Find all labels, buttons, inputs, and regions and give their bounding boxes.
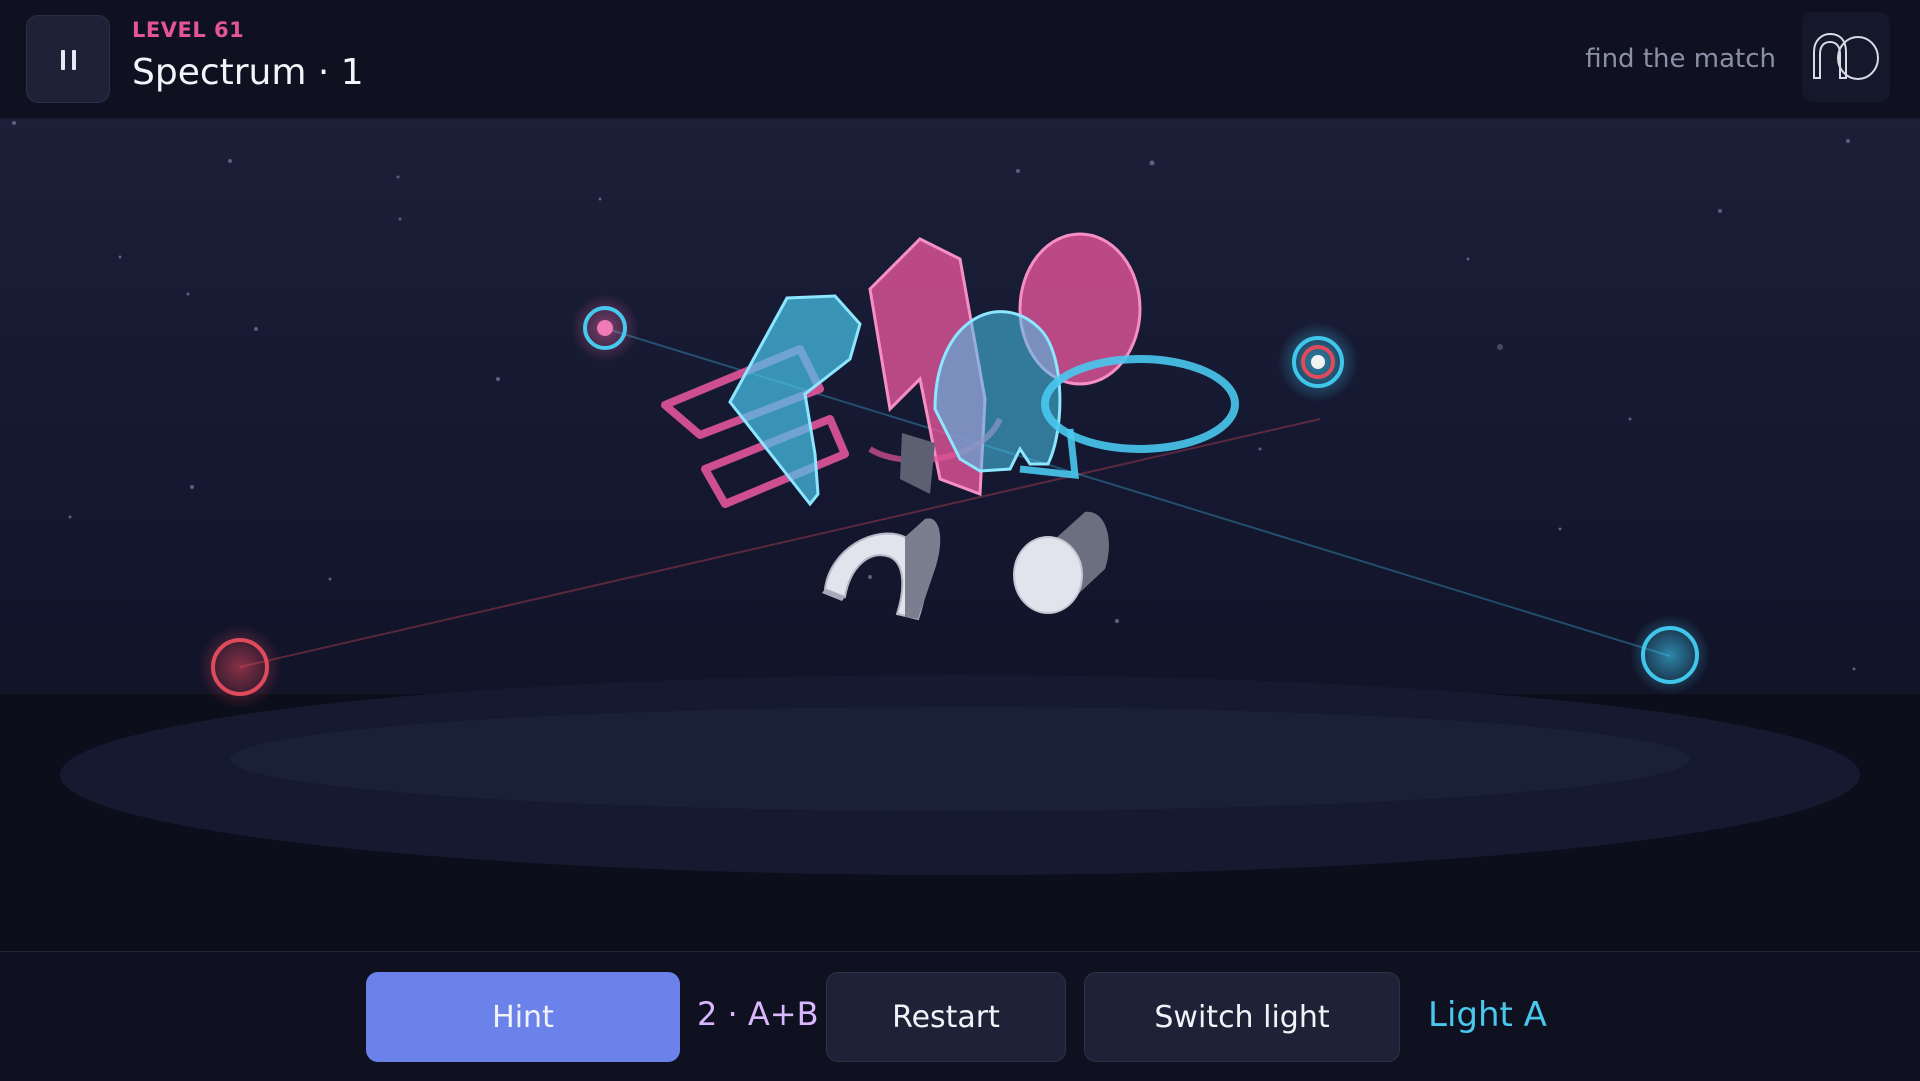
logo-button[interactable]: [1802, 12, 1890, 102]
light-node-pink[interactable]: [571, 294, 639, 362]
floor-platform: [0, 675, 1920, 951]
light-node-cyan[interactable]: [1630, 615, 1710, 695]
level-title: Spectrum · 1: [132, 52, 364, 93]
top-bar: LEVEL 61 Spectrum · 1 find the match: [0, 0, 1920, 119]
light-combination-label: 2 · A+B: [697, 995, 819, 1033]
level-number: LEVEL 61: [132, 18, 245, 42]
bottom-toolbar: Hint 2 · A+B Restart Switch light Light …: [0, 951, 1920, 1081]
scene: [0, 121, 1920, 951]
light-node-red[interactable]: [198, 625, 282, 709]
active-light-label: Light A: [1428, 995, 1547, 1035]
switch-light-button[interactable]: Switch light: [1084, 972, 1400, 1062]
object-arch[interactable]: [822, 433, 941, 621]
restart-button[interactable]: Restart: [826, 972, 1066, 1062]
game-stage[interactable]: [0, 119, 1920, 951]
arch-circle-logo-icon: [1813, 32, 1879, 80]
object-cylinder[interactable]: [1013, 511, 1109, 614]
light-node-active[interactable]: [1278, 322, 1358, 402]
hint-button[interactable]: Hint: [366, 972, 680, 1062]
pause-button[interactable]: [26, 15, 110, 103]
objective-text: find the match: [1585, 44, 1776, 74]
